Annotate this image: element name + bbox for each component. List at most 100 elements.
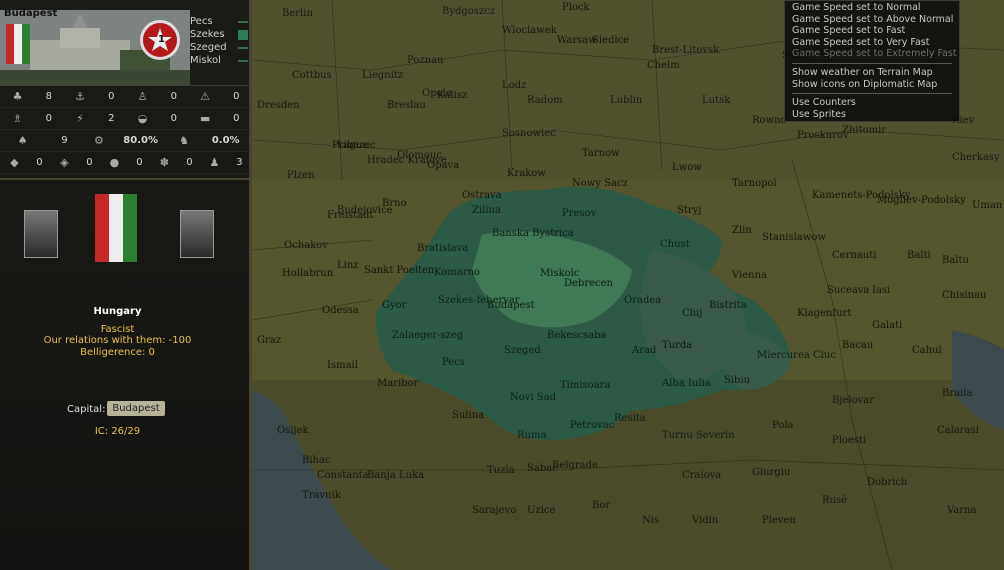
map-label-hungary[interactable]: Turnu Severin <box>662 430 735 441</box>
map-label[interactable]: Prague <box>332 140 368 151</box>
map-label[interactable]: Ochakov <box>284 240 328 251</box>
map-label-hungary[interactable]: Szeged <box>504 345 541 356</box>
map-label[interactable]: Stanislawow <box>762 232 826 243</box>
map-label[interactable]: Opava <box>427 160 459 171</box>
map-label[interactable]: Bihac <box>302 455 331 466</box>
map-label[interactable]: Constanta <box>317 470 369 481</box>
map-label[interactable]: Tarnow <box>582 148 620 159</box>
map-label[interactable]: Vidin <box>692 515 718 526</box>
map-label-hungary[interactable]: Turda <box>662 340 692 351</box>
map-label[interactable]: Calarasi <box>937 425 979 436</box>
map-label[interactable]: Siedlce <box>592 35 629 46</box>
map-label[interactable]: Banja Luka <box>367 470 424 481</box>
map-label[interactable]: Cherkasy <box>952 152 1000 163</box>
map-label[interactable]: Liegnitz <box>362 70 403 81</box>
map-label[interactable]: Tuzla <box>487 465 515 476</box>
map-label[interactable]: Mogilev-Podolsky <box>877 195 966 206</box>
map-label-hungary[interactable]: Komarno <box>434 267 480 278</box>
map-label-hungary[interactable]: Timisoara <box>560 380 610 391</box>
map-label[interactable]: Proskurov <box>797 130 849 141</box>
menu-speed-very-fast[interactable]: Game Speed set to Very Fast <box>792 37 952 49</box>
map-label[interactable]: Sulina <box>452 410 484 421</box>
map-label-hungary[interactable]: Bekescsaba <box>547 330 606 341</box>
map-label[interactable]: Wloclawek <box>502 25 557 36</box>
map-label[interactable]: Brest-Litovsk <box>652 45 719 56</box>
map-label[interactable]: Plock <box>562 2 590 13</box>
map-label[interactable]: Krakow <box>507 168 546 179</box>
map-label[interactable]: Bjelovar <box>832 395 874 406</box>
map-label[interactable]: Dobrich <box>867 477 907 488</box>
map-label[interactable]: Linz <box>337 260 359 271</box>
map-label[interactable]: Baltu <box>942 255 969 266</box>
map-label[interactable]: Zlin <box>732 225 752 236</box>
neighbor-item[interactable]: Szekes <box>190 28 248 41</box>
map-label-hungary[interactable]: Budapest <box>487 300 535 311</box>
map-label[interactable]: Giurgiu <box>752 467 790 478</box>
map-label[interactable]: Cernauti <box>832 250 876 261</box>
map-label[interactable]: Cahul <box>912 345 942 356</box>
map-label[interactable]: Lodz <box>502 80 526 91</box>
map-label-hungary[interactable]: Miercurea Ciuc <box>757 350 836 361</box>
map-label-hungary[interactable]: Chust <box>660 239 690 250</box>
map-label[interactable]: Poznan <box>407 55 443 66</box>
head-of-state-portrait[interactable] <box>24 210 58 258</box>
map-label-hungary[interactable]: Novi Sad <box>510 392 556 403</box>
map-label[interactable]: Radom <box>527 95 563 106</box>
map-label[interactable]: Pola <box>772 420 794 431</box>
map-label[interactable]: Tarnopol <box>732 178 777 189</box>
map-label-hungary[interactable]: Gyor <box>382 300 406 311</box>
map-label[interactable]: Klagenfurt <box>797 308 851 319</box>
map-label[interactable]: Osijek <box>277 425 309 436</box>
map-label[interactable]: Sarajevo <box>472 505 516 516</box>
menu-show-icons[interactable]: Show icons on Diplomatic Map <box>792 79 952 91</box>
neighbor-item[interactable]: Miskol <box>190 54 248 67</box>
map-label-hungary[interactable]: Arad <box>632 345 656 356</box>
map-label[interactable]: Iasi <box>872 285 890 296</box>
map-label[interactable]: Pleven <box>762 515 796 526</box>
hungary-flag-icon[interactable] <box>95 194 137 262</box>
capital-button[interactable]: Budapest <box>107 401 165 416</box>
map-label[interactable]: Craiova <box>682 470 721 481</box>
map-label[interactable]: Stryj <box>677 205 701 216</box>
map-label[interactable]: Chisinau <box>942 290 986 301</box>
map-label[interactable]: Nis <box>642 515 659 526</box>
map-label-hungary[interactable]: Resita <box>614 413 646 424</box>
menu-speed-fast[interactable]: Game Speed set to Fast <box>792 25 952 37</box>
map-label[interactable]: Bor <box>592 500 610 511</box>
map-label[interactable]: Lublin <box>610 95 642 106</box>
neighbor-item[interactable]: Szeged <box>190 41 248 54</box>
head-of-government-portrait[interactable] <box>180 210 214 258</box>
map-label[interactable]: Belgrade <box>552 460 598 471</box>
map-label-hungary[interactable]: Oradea <box>624 295 661 306</box>
map-label-hungary[interactable]: Petrovac <box>570 420 614 431</box>
map-label-hungary[interactable]: Pecs <box>442 357 465 368</box>
map-label[interactable]: Bacau <box>842 340 873 351</box>
neighbor-item[interactable]: Pecs <box>190 15 248 28</box>
map-label[interactable]: Uzice <box>527 505 555 516</box>
map-label[interactable]: Berlin <box>282 8 313 19</box>
map-label[interactable]: Sankt Poelten <box>364 265 434 276</box>
map-label[interactable]: Uman <box>972 200 1002 211</box>
map-label[interactable]: Maribor <box>377 378 418 389</box>
map-label[interactable]: Balti <box>907 250 931 261</box>
map-label-hungary[interactable]: Sibiu <box>724 375 750 386</box>
map-label[interactable]: Lwow <box>672 162 702 173</box>
map-label[interactable]: Vienna <box>732 270 767 281</box>
map-label[interactable]: Cottbus <box>292 70 332 81</box>
map-label-hungary[interactable]: Alba Iulia <box>662 378 711 389</box>
map-label[interactable]: Galati <box>872 320 902 331</box>
menu-use-sprites[interactable]: Use Sprites <box>792 109 952 121</box>
map-label-hungary[interactable]: Presov <box>562 208 596 219</box>
map-label[interactable]: Ostrava <box>462 190 502 201</box>
menu-speed-normal[interactable]: Game Speed set to Normal <box>792 2 952 14</box>
map-label[interactable]: Bydgoszcz <box>442 6 495 17</box>
map-label[interactable]: Opole <box>422 88 452 99</box>
map-label-hungary[interactable]: Banska Bystrica <box>492 228 574 239</box>
map-label-hungary[interactable]: Bratislava <box>417 243 468 254</box>
map-label[interactable]: Ploesti <box>832 435 866 446</box>
menu-speed-above-normal[interactable]: Game Speed set to Above Normal <box>792 14 953 26</box>
map-label-hungary[interactable]: Cluj <box>682 308 702 319</box>
map-label[interactable]: Ismail <box>327 360 358 371</box>
map-label[interactable]: Warsaw <box>557 35 597 46</box>
map-label[interactable]: Rowno <box>752 115 787 126</box>
